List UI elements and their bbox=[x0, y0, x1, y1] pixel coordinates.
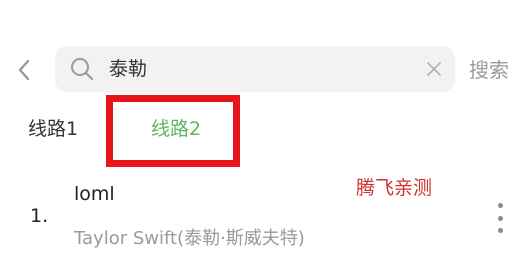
back-button[interactable] bbox=[12, 56, 36, 84]
song-index: 1. bbox=[30, 205, 49, 227]
watermark-text: 腾飞亲测 bbox=[356, 177, 433, 199]
search-input[interactable]: 泰勒 bbox=[55, 46, 455, 92]
search-icon bbox=[71, 58, 94, 81]
tab-route-1[interactable]: 线路1 bbox=[28, 115, 78, 143]
back-arrow-icon bbox=[18, 59, 30, 81]
tab-route-2[interactable]: 线路2 bbox=[151, 115, 201, 143]
clear-icon[interactable] bbox=[425, 60, 443, 78]
song-artist: Taylor Swift(泰勒·斯威夫特) bbox=[74, 228, 305, 249]
more-vertical-icon[interactable] bbox=[492, 200, 508, 236]
song-title: loml bbox=[74, 183, 115, 205]
search-query: 泰勒 bbox=[109, 58, 148, 80]
search-button[interactable]: 搜索 bbox=[469, 56, 509, 84]
